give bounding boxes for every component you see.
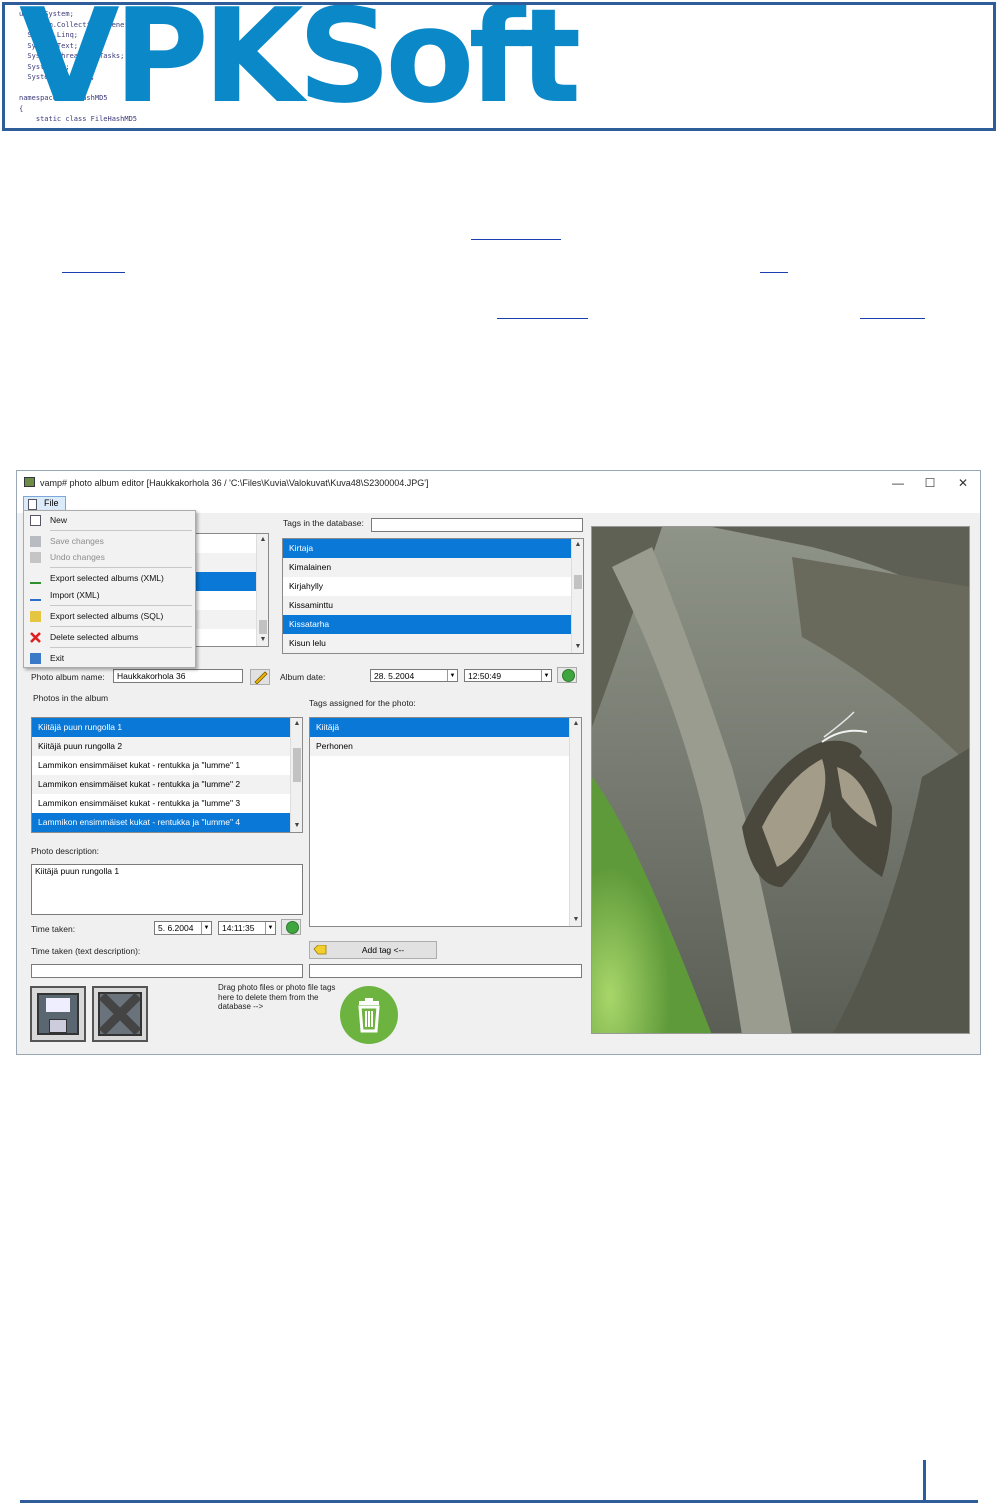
chevron-down-icon[interactable]: ▼ (201, 922, 211, 934)
trash-drop-target[interactable] (340, 986, 398, 1044)
album-date-value: 28. 5.2004 (374, 671, 415, 681)
title-bar: vamp# photo album editor [Haukkakorhola … (17, 471, 980, 495)
time-taken-text-label: Time taken (text description): (31, 946, 141, 956)
drag-hint-text: Drag photo files or photo file tags here… (218, 983, 336, 1011)
list-item[interactable]: Kirtaja (283, 539, 583, 558)
save-button[interactable] (30, 986, 86, 1042)
list-item[interactable]: Perhonen (310, 737, 581, 756)
time-taken-time-value: 14:11:35 (222, 923, 255, 933)
app-window: vamp# photo album editor [Haukkakorhola … (16, 470, 981, 1055)
menu-item-export-xml[interactable]: Export selected albums (XML) (26, 570, 194, 587)
menu-item-delete-albums[interactable]: Delete selected albums (26, 629, 194, 646)
description-textarea[interactable]: Kiitäjä puun rungolla 1 (31, 864, 303, 915)
trash-icon (358, 998, 380, 1033)
tag-filter-input[interactable] (371, 518, 583, 532)
cancel-button[interactable] (92, 986, 148, 1042)
logo-banner: using System; System.Collections.Generic… (2, 2, 996, 131)
cancel-icon (98, 992, 142, 1036)
menu-item-exit[interactable]: Exit (26, 650, 194, 667)
list-item[interactable]: Kissatarha (283, 615, 583, 634)
time-taken-label: Time taken: (31, 924, 76, 934)
moth-on-bark-image (592, 527, 969, 1033)
add-tag-input[interactable] (309, 964, 582, 978)
delete-icon (30, 632, 41, 643)
photo-tags-label: Tags assigned for the photo: (309, 698, 416, 708)
album-date-label: Album date: (280, 672, 326, 682)
chevron-down-icon[interactable]: ▼ (541, 670, 551, 681)
file-menu-label: File (44, 498, 59, 508)
menu-item-new[interactable]: New (26, 512, 194, 529)
menu-item-save-changes[interactable]: Save changes (26, 533, 194, 550)
doc-link-underline[interactable] (62, 272, 125, 273)
tags-db-label: Tags in the database: (283, 518, 364, 528)
time-taken-date-picker[interactable]: 5. 6.2004 ▼ (154, 921, 212, 935)
export-icon (30, 573, 41, 584)
time-taken-ok-button[interactable] (281, 919, 301, 935)
list-item[interactable]: Kirjahylly (283, 577, 583, 596)
list-item[interactable]: Kiitäjä puun rungolla 1 (32, 718, 302, 737)
file-dropdown-menu: New Save changes Undo changes Export sel… (23, 510, 196, 668)
photo-tags-list[interactable]: Kiitäjä Perhonen ▲ ▼ (309, 717, 582, 927)
export-sql-icon (30, 611, 41, 622)
list-item[interactable]: Lammikon ensimmäiset kukat - rentukka ja… (32, 813, 302, 832)
chevron-down-icon[interactable]: ▼ (265, 922, 275, 934)
list-item[interactable]: Lammikon ensimmäiset kukat - rentukka ja… (32, 794, 302, 813)
minimize-button[interactable]: — (883, 474, 913, 492)
file-icon (28, 499, 37, 510)
rename-button[interactable] (250, 669, 270, 685)
close-button[interactable]: ✕ (948, 474, 978, 492)
photos-scrollbar[interactable]: ▲ ▼ (290, 718, 302, 832)
logo-text: VPKSoft (19, 2, 581, 131)
photo-preview (591, 526, 970, 1034)
menu-item-undo-changes[interactable]: Undo changes (26, 549, 194, 566)
tags-db-scrollbar[interactable]: ▲ ▼ (571, 539, 583, 653)
tag-icon (313, 945, 327, 955)
photos-label: Photos in the album (33, 693, 109, 703)
menu-item-export-sql[interactable]: Export selected albums (SQL) (26, 608, 194, 625)
album-name-label: Photo album name: (31, 672, 105, 682)
undo-icon (30, 552, 41, 563)
photos-list[interactable]: Kiitäjä puun rungolla 1 Kiitäjä puun rung… (31, 717, 303, 833)
add-tag-button[interactable]: Add tag <-- (309, 941, 437, 959)
doc-link-underline[interactable] (471, 239, 561, 240)
pencil-icon (254, 671, 268, 685)
time-taken-text-input[interactable] (31, 964, 303, 978)
menu-item-import-xml[interactable]: Import (XML) (26, 587, 194, 604)
list-item[interactable]: Kiitäjä (310, 718, 581, 737)
doc-link-underline[interactable] (497, 318, 588, 319)
album-date-picker[interactable]: 28. 5.2004 ▼ (370, 669, 458, 682)
list-item[interactable]: Lammikon ensimmäiset kukat - rentukka ja… (32, 756, 302, 775)
album-list-scrollbar[interactable]: ▲ ▼ (256, 534, 268, 646)
album-date-ok-button[interactable] (557, 667, 577, 683)
list-item[interactable]: Lammikon ensimmäiset kukat - rentukka ja… (32, 775, 302, 794)
doc-link-underline[interactable] (760, 272, 788, 273)
save-icon (30, 536, 41, 547)
list-item[interactable]: Kimalainen (283, 558, 583, 577)
footer-line (20, 1500, 978, 1503)
import-icon (30, 590, 41, 601)
chevron-down-icon[interactable]: ▼ (447, 670, 457, 681)
album-list[interactable]: ▲ ▼ (195, 533, 269, 647)
list-item[interactable]: Kisun lelu (283, 634, 583, 653)
exit-icon (30, 653, 41, 664)
doc-link-underline[interactable] (860, 318, 925, 319)
description-label: Photo description: (31, 846, 100, 856)
add-tag-label: Add tag <-- (361, 945, 405, 955)
album-name-input[interactable]: Haukkakorhola 36 (113, 669, 243, 683)
time-taken-date-value: 5. 6.2004 (158, 923, 194, 933)
album-time-picker[interactable]: 12:50:49 ▼ (464, 669, 552, 682)
album-time-value: 12:50:49 (468, 671, 502, 681)
maximize-button[interactable]: ☐ (915, 474, 945, 492)
footer-divider (923, 1460, 926, 1503)
window-title: vamp# photo album editor [Haukkakorhola … (40, 478, 429, 488)
floppy-disk-icon (37, 993, 79, 1035)
time-taken-time-picker[interactable]: 14:11:35 ▼ (218, 921, 276, 935)
tags-db-list[interactable]: Kirtaja Kimalainen Kirjahylly Kissaminttu Ki… (282, 538, 584, 654)
list-item[interactable]: Kiitäjä puun rungolla 2 (32, 737, 302, 756)
photo-tags-scrollbar[interactable]: ▲ ▼ (569, 718, 581, 926)
app-icon (24, 477, 35, 487)
list-item[interactable]: Kissaminttu (283, 596, 583, 615)
new-document-icon (30, 515, 41, 526)
